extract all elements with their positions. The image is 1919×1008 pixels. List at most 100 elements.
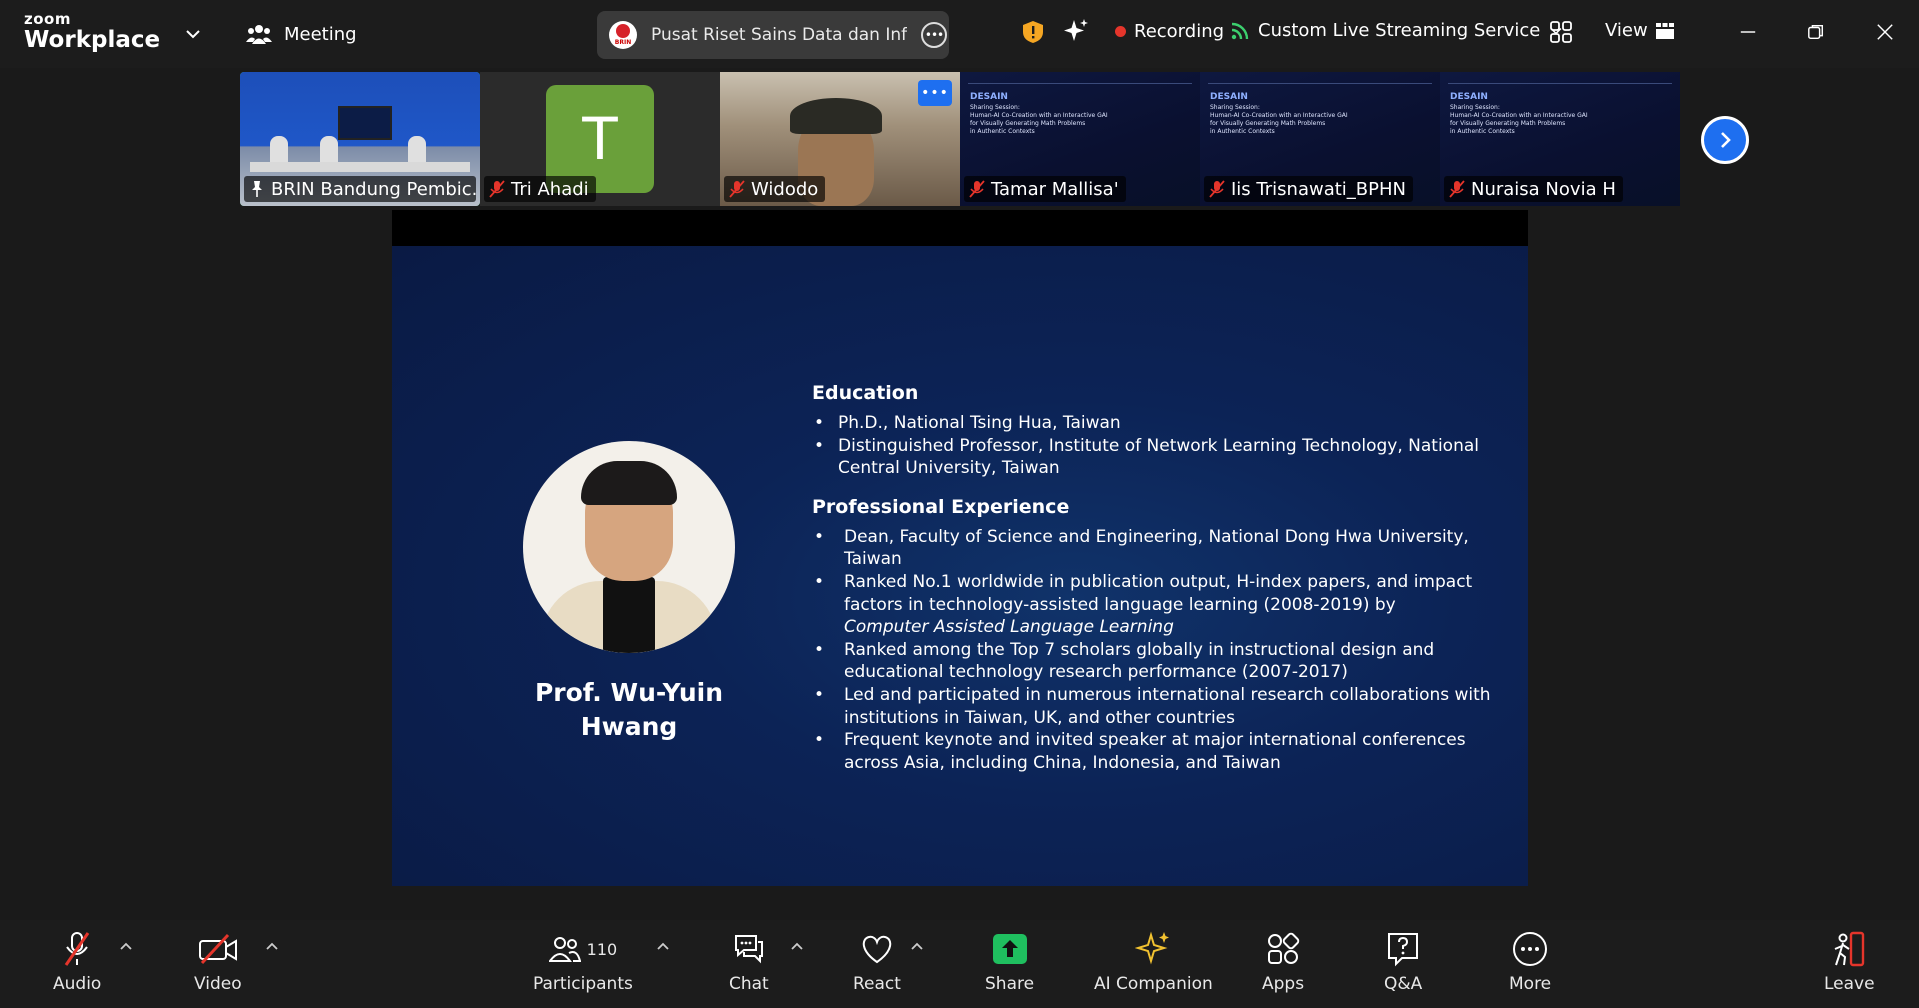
meeting-button[interactable]: Meeting [246, 20, 357, 48]
participants-count: 110 [586, 939, 618, 959]
list-item: Ranked among the Top 7 scholars globally… [812, 639, 1492, 684]
qa-button[interactable]: Q&A [1384, 930, 1422, 994]
close-icon [1877, 24, 1893, 40]
presentation-slide: Prof. Wu-Yuin Hwang Education Ph.D., Nat… [392, 246, 1528, 886]
gallery-grid-icon[interactable] [1549, 20, 1573, 44]
list-item-text: Ranked No.1 worldwide in publication out… [844, 571, 1473, 615]
more-button[interactable]: More [1509, 930, 1551, 994]
participant-tile[interactable]: DESAIN Sharing Session: Human-AI Co-Crea… [960, 72, 1200, 206]
chevron-up-icon[interactable] [118, 938, 134, 954]
participant-tile[interactable]: BRIN Bandung Pembic... [240, 72, 480, 206]
participant-name-label: BRIN Bandung Pembic... [244, 176, 476, 202]
thumb-line: for Visually Generating Math Problems [970, 120, 1086, 127]
participant-tile[interactable]: T Tri Ahadi [480, 72, 720, 206]
chevron-right-icon [1721, 132, 1731, 148]
thumb-line: for Visually Generating Math Problems [1450, 120, 1566, 127]
share-label: Share [985, 974, 1035, 994]
qa-label: Q&A [1384, 974, 1423, 994]
recording-label: Recording [1134, 21, 1225, 42]
heart-icon [862, 935, 892, 964]
speaker-portrait [523, 441, 735, 653]
share-screen-icon [992, 934, 1027, 964]
view-button[interactable]: View [1605, 20, 1674, 41]
stream-label: Custom Live Streaming Service [1258, 20, 1541, 41]
journal-name: Computer Assisted Language Learning [844, 617, 1174, 638]
ai-companion-button[interactable]: AI Companion [1094, 930, 1213, 994]
mic-muted-icon [969, 180, 985, 198]
live-stream-button[interactable]: Custom Live Streaming Service [1230, 20, 1564, 41]
thumb-slide-lines: Sharing Session: Human-AI Co-Creation wi… [1210, 104, 1370, 136]
participants-icon [548, 937, 581, 962]
mic-muted-icon [489, 180, 505, 198]
meeting-title-pill[interactable]: BRIN Pusat Riset Sains Data dan Inforr •… [597, 11, 949, 59]
thumb-line: Sharing Session: [1450, 104, 1500, 111]
ai-companion-label: AI Companion [1094, 974, 1213, 994]
thumb-line: for Visually Generating Math Problems [1210, 120, 1326, 127]
view-layout-icon [1655, 22, 1674, 39]
chat-label: Chat [729, 974, 769, 994]
share-button[interactable]: Share [985, 930, 1034, 994]
apps-button[interactable]: Apps [1262, 930, 1304, 994]
education-section: Education Ph.D., National Tsing Hua, Tai… [812, 382, 1492, 480]
thumb-line: Sharing Session: [970, 104, 1020, 111]
meeting-icon [246, 25, 272, 44]
video-button[interactable]: Video [194, 930, 242, 994]
participant-strip: BRIN Bandung Pembic... T Tri Ahadi ••• W… [240, 72, 1680, 206]
thumb-slide-title: DESAIN [970, 92, 1008, 102]
experience-section: Professional Experience Dean, Faculty of… [812, 496, 1492, 775]
list-item: Ranked No.1 worldwide in publication out… [812, 571, 1492, 639]
ai-sparkle-icon[interactable] [1062, 18, 1090, 46]
thumb-line: Human-AI Co-Creation with an Interactive… [1210, 112, 1348, 119]
minimize-icon [1740, 31, 1756, 33]
participant-tile[interactable]: DESAIN Sharing Session: Human-AI Co-Crea… [1200, 72, 1440, 206]
participant-name-label: Nuraisa Novia H [1444, 176, 1623, 202]
chevron-down-icon[interactable] [183, 24, 203, 44]
chevron-up-icon[interactable] [789, 938, 805, 954]
participant-name: Nuraisa Novia H [1471, 178, 1616, 200]
thumb-slide-title: DESAIN [1450, 92, 1488, 102]
participant-tile[interactable]: DESAIN Sharing Session: Human-AI Co-Crea… [1440, 72, 1680, 206]
education-title: Education [812, 382, 919, 404]
chevron-up-icon[interactable] [909, 938, 925, 954]
participant-name-label: Tri Ahadi [484, 176, 596, 202]
view-label: View [1605, 20, 1648, 41]
chat-button[interactable]: Chat [729, 930, 769, 994]
react-button[interactable]: React [853, 930, 901, 994]
tile-more-icon[interactable]: ••• [918, 80, 952, 106]
pin-icon [252, 181, 262, 197]
thumb-line: Human-AI Co-Creation with an Interactive… [970, 112, 1108, 119]
thumb-slide-title: DESAIN [1210, 92, 1248, 102]
mic-muted-icon [729, 180, 745, 198]
brin-logo: BRIN [609, 21, 637, 49]
list-item: Dean, Faculty of Science and Engineering… [812, 526, 1492, 571]
list-item: Led and participated in numerous interna… [812, 684, 1492, 729]
list-item: Frequent keynote and invited speaker at … [812, 729, 1492, 774]
chevron-up-icon[interactable] [655, 938, 671, 954]
meeting-label: Meeting [284, 23, 357, 45]
participants-button[interactable]: 110 Participants [533, 930, 633, 994]
chevron-up-icon[interactable] [264, 938, 280, 954]
more-icon [1513, 932, 1548, 966]
participant-tile[interactable]: ••• Widodo [720, 72, 960, 206]
thumb-line: in Authentic Contexts [1210, 128, 1275, 135]
leave-button[interactable]: Leave [1824, 930, 1875, 994]
logo-line2: Workplace [24, 27, 161, 53]
apps-label: Apps [1262, 974, 1305, 994]
minimize-button[interactable] [1734, 18, 1762, 46]
list-item: Distinguished Professor, Institute of Ne… [812, 435, 1492, 480]
close-button[interactable] [1871, 18, 1899, 46]
thumb-line: Human-AI Co-Creation with an Interactive… [1450, 112, 1588, 119]
more-options-icon[interactable]: ••• [921, 22, 947, 48]
audio-button[interactable]: Audio [53, 930, 101, 994]
participant-name: Widodo [751, 178, 819, 200]
next-page-button[interactable] [1701, 116, 1749, 164]
speaker-bio: Education Ph.D., National Tsing Hua, Tai… [812, 382, 1492, 790]
shield-icon[interactable] [1022, 20, 1044, 44]
participant-name-label: Iis Trisnawati_BPHN [1204, 176, 1413, 202]
recording-indicator[interactable]: Recording [1115, 21, 1224, 42]
leave-icon [1834, 931, 1865, 967]
restore-button[interactable] [1802, 18, 1830, 46]
thumb-slide-lines: Sharing Session: Human-AI Co-Creation wi… [970, 104, 1130, 136]
mic-muted-icon [1209, 180, 1225, 198]
list-item: Ph.D., National Tsing Hua, Taiwan [812, 412, 1492, 435]
